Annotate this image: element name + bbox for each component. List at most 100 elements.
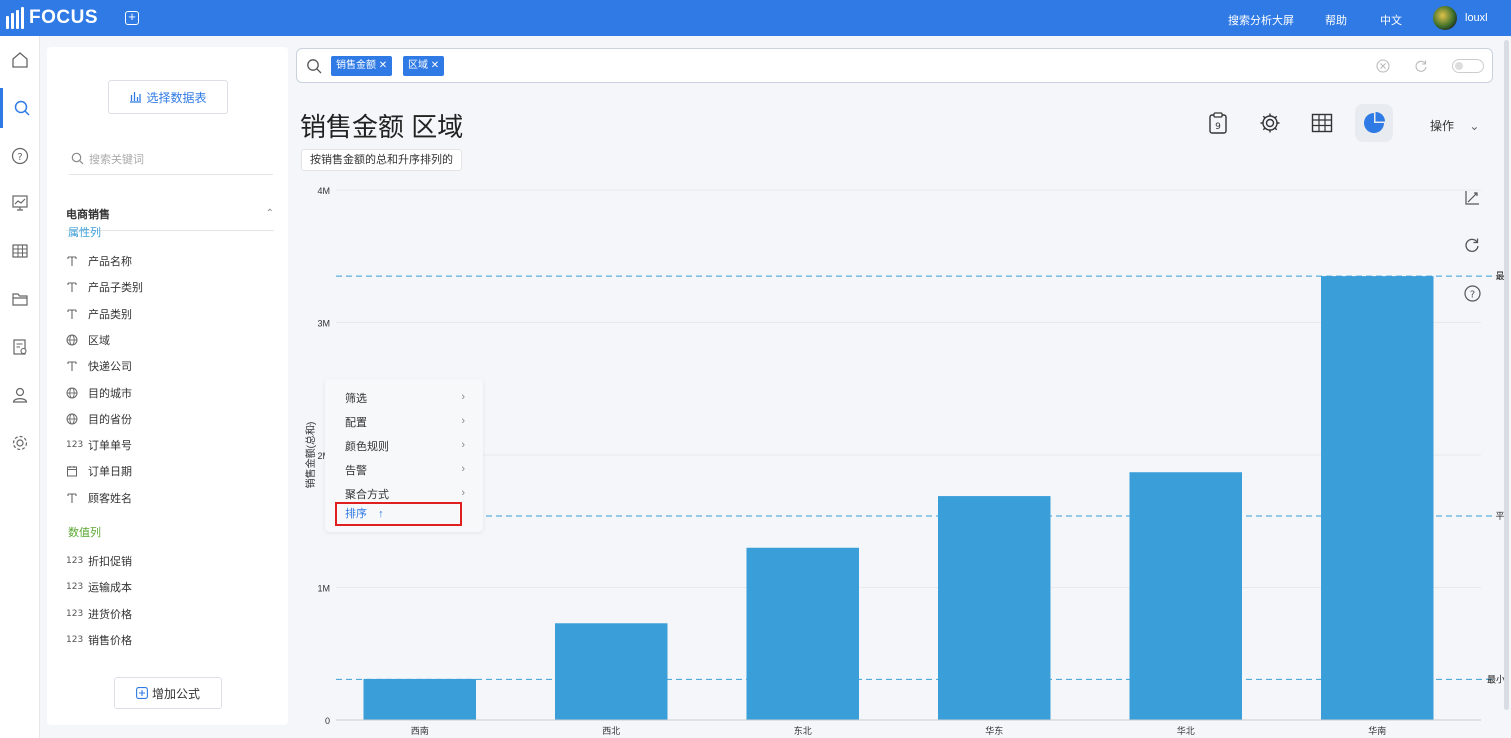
select-table-button[interactable]: 选择数据表 — [108, 80, 228, 114]
number-icon: 123 — [66, 634, 84, 645]
toggle-switch[interactable] — [1452, 59, 1484, 73]
operations-dropdown[interactable]: 操作 ⌄ — [1430, 117, 1479, 134]
field-name: 订单日期 — [88, 466, 132, 479]
text-icon — [66, 255, 88, 267]
field-item[interactable]: 产品名称 — [66, 252, 132, 270]
group-name: 电商销售 — [66, 208, 110, 221]
chevron-up-icon[interactable]: ⌃ — [266, 208, 274, 219]
search-token[interactable]: 销售金额 ✕ — [331, 56, 393, 76]
field-item[interactable]: 123 销售价格 — [66, 631, 132, 649]
field-item[interactable]: 123 订单单号 — [66, 436, 132, 454]
field-name: 产品名称 — [88, 256, 132, 268]
chevron-down-icon: ⌄ — [1469, 119, 1480, 133]
table-view-icon[interactable] — [1303, 104, 1341, 142]
bar — [746, 547, 859, 720]
nav-big-screen[interactable]: 搜索分析大屏 — [1228, 12, 1294, 28]
attribute-section-label: 属性列 — [68, 227, 101, 239]
menu-item-color-rules[interactable]: 颜色规则 › — [345, 438, 465, 456]
field-name: 产品类别 — [88, 308, 132, 321]
refresh-icon[interactable] — [1414, 59, 1428, 73]
logo-icon — [6, 7, 24, 29]
field-item[interactable]: 快递公司 — [66, 357, 132, 375]
axis-icon[interactable] — [1462, 188, 1482, 208]
text-icon — [66, 492, 88, 504]
folder-icon[interactable] — [0, 279, 40, 319]
avatar[interactable] — [1433, 6, 1457, 30]
search-token-label: 销售金额 — [336, 60, 376, 71]
nav-help[interactable]: 帮助 — [1325, 12, 1347, 28]
search-icon — [71, 152, 84, 165]
search-icon[interactable] — [0, 88, 40, 128]
add-tab-icon[interactable]: + — [125, 10, 139, 25]
keyword-search-input[interactable]: 搜索关键词 — [69, 143, 273, 175]
field-item[interactable]: 产品子类别 — [66, 278, 143, 296]
pie-chart-icon[interactable] — [1355, 104, 1393, 142]
field-item[interactable]: 产品类别 — [66, 305, 132, 323]
calendar-icon — [66, 465, 88, 477]
focus-logo[interactable]: FOCUS — [6, 7, 98, 29]
chevron-right-icon: › — [461, 439, 465, 451]
page-scrollbar[interactable] — [1504, 40, 1509, 710]
x-tick-label: 华南 — [1368, 725, 1386, 736]
nav-language[interactable]: 中文 — [1380, 12, 1402, 28]
logo-text: FOCUS — [29, 7, 98, 28]
field-item[interactable]: 123 折扣促销 — [66, 552, 132, 570]
search-token[interactable]: 区域 ✕ — [403, 56, 445, 76]
chevron-right-icon: › — [461, 463, 465, 475]
reset-icon[interactable] — [1462, 235, 1482, 255]
menu-item-alert[interactable]: 告警 › — [345, 462, 465, 480]
help-circle-icon[interactable]: ? — [1462, 283, 1482, 303]
menu-item-config[interactable]: 配置 › — [345, 414, 465, 432]
field-item[interactable]: 目的省份 — [66, 410, 132, 428]
field-item[interactable]: 区域 — [66, 331, 110, 349]
chevron-right-icon: › — [461, 487, 465, 499]
close-icon[interactable]: ✕ — [379, 60, 387, 71]
svg-text:?: ? — [17, 152, 22, 163]
x-tick-label: 华北 — [1177, 725, 1195, 736]
bar-chart-icon — [130, 92, 142, 103]
add-formula-button[interactable]: 增加公式 — [114, 677, 222, 709]
menu-item-label: 排序 — [345, 508, 367, 520]
table-icon[interactable] — [0, 231, 40, 271]
settings-icon[interactable] — [0, 423, 40, 463]
toggle-knob — [1455, 62, 1463, 70]
field-name: 快递公司 — [88, 361, 132, 374]
field-item[interactable]: 123 进货价格 — [66, 605, 132, 623]
field-name: 订单单号 — [88, 440, 132, 453]
menu-item-label: 告警 — [345, 465, 367, 477]
icon-rail: ? — [0, 36, 40, 738]
field-item[interactable]: 目的城市 — [66, 384, 132, 402]
close-icon[interactable]: ✕ — [431, 60, 439, 71]
clear-icon[interactable] — [1376, 59, 1390, 73]
bar — [1321, 276, 1434, 720]
clipboard-icon[interactable]: 9 — [1199, 104, 1237, 142]
measure-section-label: 数值列 — [68, 527, 101, 539]
globe-icon — [66, 387, 88, 399]
menu-item-sort[interactable]: 排序 ↑ — [335, 502, 462, 526]
chevron-right-icon[interactable]: › — [308, 419, 312, 431]
svg-text:?: ? — [1469, 289, 1474, 300]
operations-label: 操作 — [1430, 119, 1455, 133]
y-tick-label: 4M — [317, 186, 330, 196]
user-icon[interactable] — [0, 375, 40, 415]
menu-item-filter[interactable]: 筛选 › — [345, 390, 465, 408]
task-icon[interactable] — [0, 327, 40, 367]
plus-square-icon — [136, 687, 148, 699]
help-icon[interactable]: ? — [0, 136, 40, 176]
text-icon — [66, 281, 88, 293]
x-tick-label: 东北 — [794, 725, 812, 736]
field-item[interactable]: 123 运输成本 — [66, 578, 132, 596]
gear-icon[interactable] — [1251, 104, 1289, 142]
user-name[interactable]: louxl — [1465, 12, 1488, 24]
search-icon — [307, 59, 322, 74]
search-bar[interactable]: 销售金额 ✕ 区域 ✕ — [296, 48, 1493, 83]
dashboard-icon[interactable] — [0, 183, 40, 223]
field-item[interactable]: 顾客姓名 — [66, 489, 132, 507]
field-item[interactable]: 订单日期 — [66, 462, 132, 480]
x-tick-label: 华东 — [985, 725, 1003, 736]
svg-text:9: 9 — [1215, 122, 1221, 132]
data-panel: 选择数据表 搜索关键词 电商销售 ⌃ 属性列 产品名称产品子类别产品类别区域快递… — [47, 47, 288, 725]
bar — [555, 623, 668, 720]
text-icon — [66, 308, 88, 320]
home-icon[interactable] — [0, 40, 40, 80]
